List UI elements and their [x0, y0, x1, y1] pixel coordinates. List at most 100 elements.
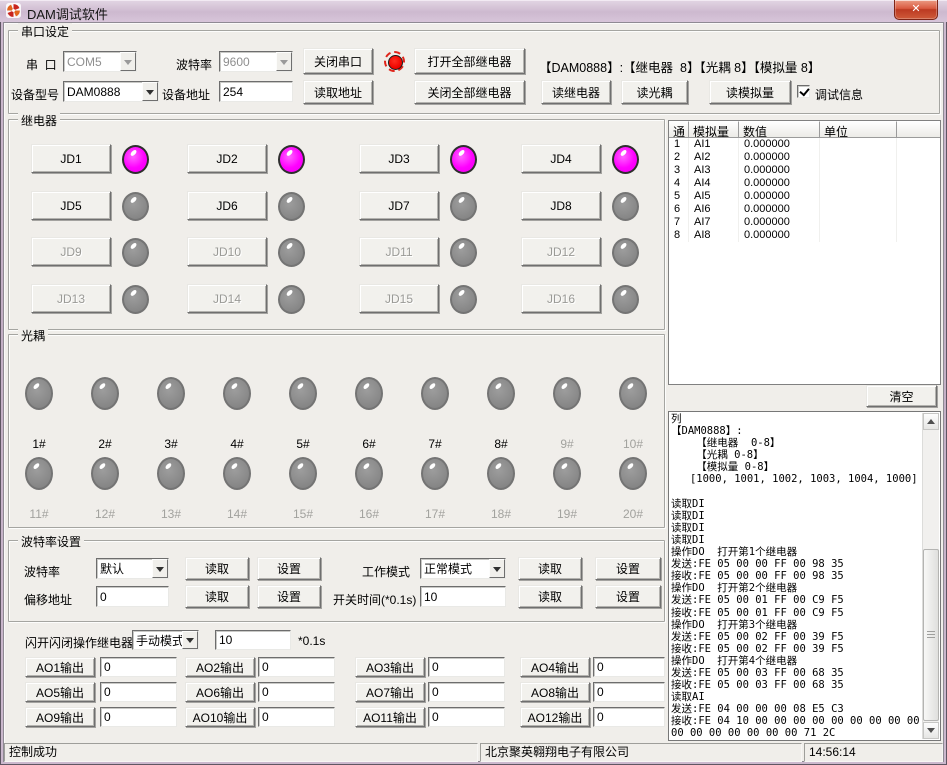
relay-button-jd4[interactable]: JD4: [521, 144, 601, 173]
ao-output-button-3[interactable]: AO3输出: [355, 657, 425, 677]
ao-output-input-1[interactable]: [100, 657, 177, 677]
switch-time-input[interactable]: [420, 586, 506, 607]
table-cell: 1: [669, 138, 689, 151]
ao-output-button-12[interactable]: AO12输出: [520, 707, 590, 727]
analog-table-body: 1AI10.0000002AI20.0000003AI30.0000004AI4…: [669, 138, 940, 242]
serial-port-dropdown-arrow-icon[interactable]: [120, 52, 136, 71]
log-panel[interactable]: 列 【DAM0888】: 【继电器 0-8】 【光耦 0-8】 【模拟量 0-8…: [668, 411, 941, 741]
read-opto-button[interactable]: 读光耦: [621, 80, 688, 104]
baud-cfg-dropdown-arrow-icon[interactable]: [152, 559, 168, 578]
device-address-label: 设备地址: [162, 86, 210, 103]
baud-select[interactable]: 9600: [219, 51, 293, 72]
ao-output-input-5[interactable]: [100, 682, 177, 702]
offset-read-button[interactable]: 读取: [185, 585, 249, 608]
table-cell: [820, 203, 897, 216]
table-cell: AI5: [689, 190, 739, 203]
ao-output-input-10[interactable]: [258, 707, 335, 727]
relay-button-jd10: JD10: [187, 237, 267, 266]
relay-button-jd8[interactable]: JD8: [521, 191, 601, 220]
relay-button-jd3[interactable]: JD3: [359, 144, 439, 173]
read-address-button[interactable]: 读取地址: [303, 80, 373, 104]
ao-output-button-2[interactable]: AO2输出: [185, 657, 255, 677]
switch-time-read-button[interactable]: 读取: [518, 585, 582, 608]
offset-address-label: 偏移地址: [24, 591, 72, 608]
ao-output-input-4[interactable]: [593, 657, 665, 677]
table-cell-extra: [897, 151, 940, 164]
opto-label-12: 12#: [75, 507, 135, 521]
scroll-down-arrow-icon[interactable]: [923, 722, 939, 739]
serial-settings-group: 串口设定 串 口 COM5 波特率 9600 关闭串口 打开全部继电器 【DAM…: [8, 30, 940, 114]
relay-led-2: [278, 145, 305, 174]
opto-led-6: [355, 377, 383, 410]
device-model-select[interactable]: DAM0888: [63, 81, 159, 102]
scrollbar-thumb[interactable]: [923, 549, 939, 721]
baud-set-button[interactable]: 设置: [257, 557, 321, 580]
relay-led-14: [278, 285, 305, 314]
clear-log-button[interactable]: 清空: [866, 385, 937, 407]
relay-button-jd1[interactable]: JD1: [31, 144, 111, 173]
ao-output-button-8[interactable]: AO8输出: [520, 682, 590, 702]
work-mode-select[interactable]: 正常模式: [420, 558, 506, 579]
ao-output-input-2[interactable]: [258, 657, 335, 677]
relay-button-jd2[interactable]: JD2: [187, 144, 267, 173]
ao-output-button-5[interactable]: AO5输出: [25, 682, 95, 702]
table-row-3: 3AI30.000000: [669, 164, 940, 177]
ao-output-input-7[interactable]: [428, 682, 505, 702]
baud-dropdown-arrow-icon[interactable]: [276, 52, 292, 71]
ao-output-input-8[interactable]: [593, 682, 665, 702]
ao-output-input-12[interactable]: [593, 707, 665, 727]
ao-output-input-9[interactable]: [100, 707, 177, 727]
relay-button-jd5[interactable]: JD5: [31, 191, 111, 220]
serial-port-select[interactable]: COM5: [63, 51, 137, 72]
work-mode-read-button[interactable]: 读取: [518, 557, 582, 580]
ao-output-button-6[interactable]: AO6输出: [185, 682, 255, 702]
relay-led-7: [450, 192, 477, 221]
offset-address-input[interactable]: [96, 586, 169, 607]
baud-cfg-select[interactable]: 默认: [96, 558, 169, 579]
ao-output-input-6[interactable]: [258, 682, 335, 702]
baud-read-button[interactable]: 读取: [185, 557, 249, 580]
device-address-input[interactable]: [219, 81, 293, 102]
debug-info-checkbox[interactable]: [797, 85, 810, 98]
status-message: 控制成功: [4, 743, 478, 762]
scroll-up-arrow-icon[interactable]: [923, 413, 939, 430]
status-time: 14:56:14: [804, 743, 943, 762]
serial-port-label: 串 口: [26, 56, 57, 73]
opto-label-1: 1#: [9, 437, 69, 451]
col-header-analog: 模拟量: [689, 121, 739, 138]
work-mode-dropdown-arrow-icon[interactable]: [489, 559, 505, 578]
opto-label-8: 8#: [471, 437, 531, 451]
switch-time-set-button[interactable]: 设置: [595, 585, 661, 608]
baud-cfg-label: 波特率: [24, 563, 60, 580]
ao-output-button-7[interactable]: AO7输出: [355, 682, 425, 702]
work-mode-set-button[interactable]: 设置: [595, 557, 661, 580]
ao-output-button-4[interactable]: AO4输出: [520, 657, 590, 677]
relay-button-jd6[interactable]: JD6: [187, 191, 267, 220]
offset-set-button[interactable]: 设置: [257, 585, 321, 608]
device-model-dropdown-arrow-icon[interactable]: [142, 82, 158, 101]
analog-table-header: 通 模拟量 数值 单位: [669, 121, 940, 138]
opto-label-2: 2#: [75, 437, 135, 451]
log-scrollbar[interactable]: [922, 413, 939, 739]
read-analog-button[interactable]: 读模拟量: [709, 80, 791, 104]
ao-output-button-9[interactable]: AO9输出: [25, 707, 95, 727]
opto-label-9: 9#: [537, 437, 597, 451]
close-serial-port-button[interactable]: 关闭串口: [303, 48, 373, 74]
relay-button-jd15: JD15: [359, 284, 439, 313]
opto-label-5: 5#: [273, 437, 333, 451]
ao-output-input-3[interactable]: [428, 657, 505, 677]
open-all-relays-button[interactable]: 打开全部继电器: [414, 48, 525, 74]
read-relay-button[interactable]: 读继电器: [541, 80, 611, 104]
close-button[interactable]: ✕: [894, 0, 938, 20]
ao-output-button-11[interactable]: AO11输出: [355, 707, 425, 727]
ao-output-button-10[interactable]: AO10输出: [185, 707, 255, 727]
opto-led-17: [421, 457, 449, 490]
ao-output-input-11[interactable]: [428, 707, 505, 727]
close-all-relays-button[interactable]: 关闭全部继电器: [414, 80, 525, 104]
work-mode-value: 正常模式: [421, 560, 489, 577]
relay-led-12: [612, 238, 639, 267]
opto-led-2: [91, 377, 119, 410]
table-cell: 6: [669, 203, 689, 216]
ao-output-button-1[interactable]: AO1输出: [25, 657, 95, 677]
relay-button-jd7[interactable]: JD7: [359, 191, 439, 220]
